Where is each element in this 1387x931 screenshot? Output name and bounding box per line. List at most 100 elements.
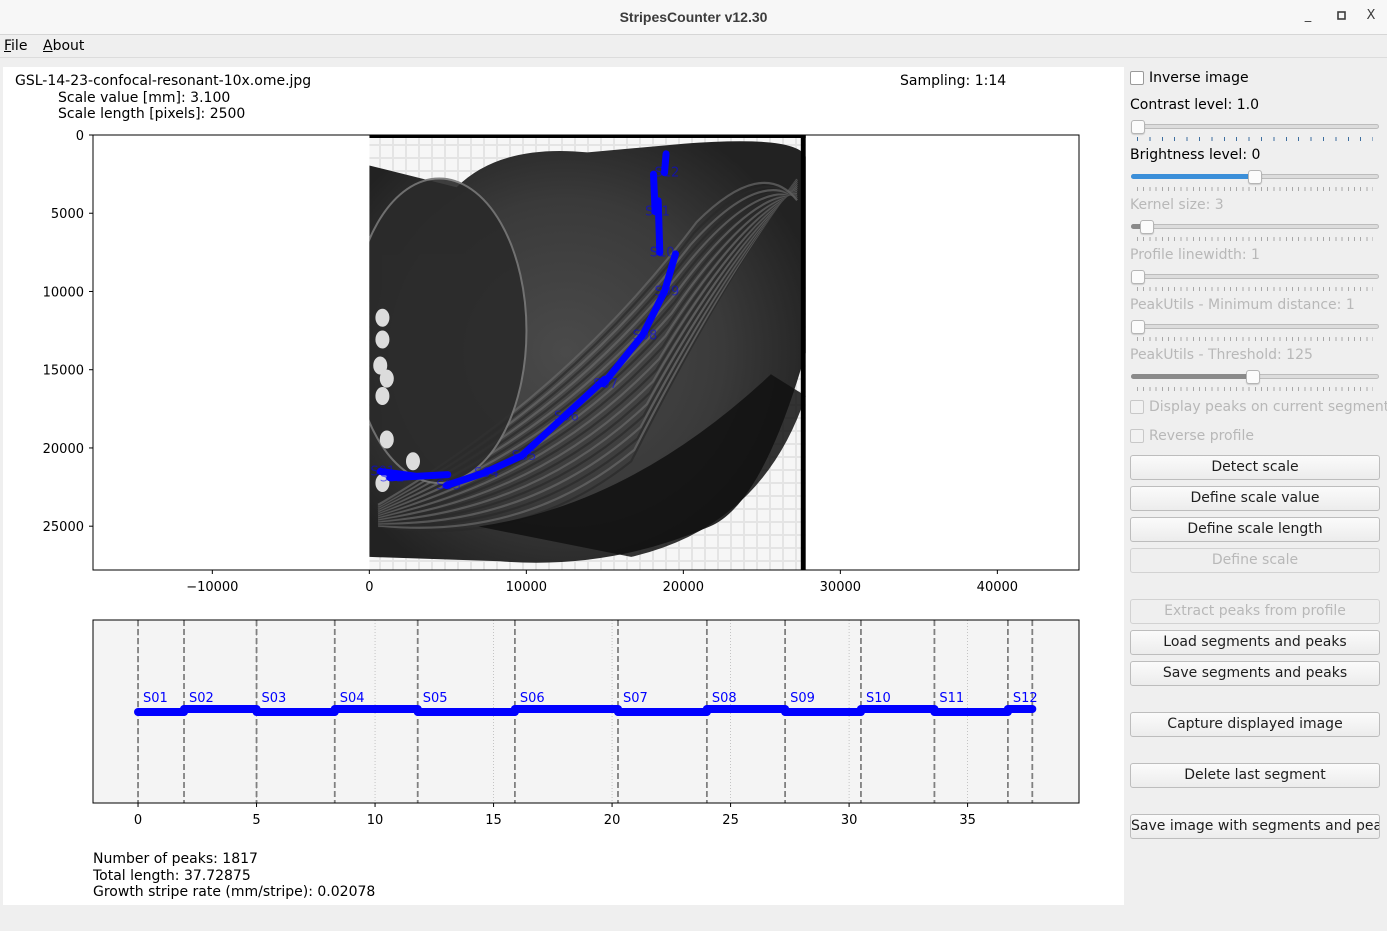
x-tick-label: 10000 [506,580,547,595]
inverse-image-checkbox[interactable] [1130,71,1144,85]
define-scale-value-button[interactable]: Define scale value [1130,486,1380,511]
brightness-label: Brightness level: 0 [1130,147,1261,163]
menu-file[interactable]: File [4,38,27,54]
profile-label-s01: S01 [143,691,168,706]
x-tick-label: 15 [485,813,502,828]
x-tick-label: 40000 [977,580,1018,595]
x-tick-label: 5 [252,813,260,828]
contrast-slider[interactable] [1131,120,1379,144]
maximize-button[interactable] [1334,8,1350,26]
segment-label-s06: S06 [554,410,579,425]
otolith-inclusion [379,430,394,449]
kernel-size-label: Kernel size: 3 [1130,197,1224,213]
profile-linewidth-label: Profile linewidth: 1 [1130,247,1260,263]
otolith-inclusion [375,387,390,405]
segment-label-s04: S04 [474,466,499,481]
profile-label-s03: S03 [262,691,287,706]
control-sidebar: Inverse image Contrast level: 1.0 Bright… [1125,60,1387,931]
min-distance-label: PeakUtils - Minimum distance: 1 [1130,297,1355,313]
total-length: Total length: 37.72875 [93,868,251,884]
x-tick-label: 30 [841,813,858,828]
menu-file-label: ile [11,38,28,54]
maximize-icon [1337,11,1346,20]
minimize-button[interactable]: _ [1300,8,1316,26]
y-tick-label: 10000 [43,285,84,300]
x-tick-label: 10 [367,813,384,828]
segment-label-s11: S11 [645,205,670,220]
load-segments-button[interactable]: Load segments and peaks [1130,630,1380,655]
save-image-button[interactable]: Save image with segments and peaks [1130,814,1380,839]
y-tick-label: 20000 [43,442,84,457]
image-axes[interactable]: S01S02S03S04S05S06S07S08S09S10S11S12 −10… [43,129,1080,595]
profile-label-s06: S06 [520,691,545,706]
x-tick-label: 0 [134,813,142,828]
x-tick-label: 20000 [663,580,704,595]
profile-line [134,705,1037,716]
capture-image-button[interactable]: Capture displayed image [1130,712,1380,737]
y-tick-label: 25000 [43,520,84,535]
x-tick-label: 30000 [820,580,861,595]
otolith-inclusion [405,452,420,471]
profile-label-s09: S09 [790,691,815,706]
otolith-inclusion [379,369,394,388]
y-tick-label: 15000 [43,364,84,379]
otolith-image [369,135,806,570]
otolith-inclusion [375,308,390,327]
otolith-core-lobe [369,177,528,484]
min-distance-slider[interactable] [1131,320,1379,344]
menu-about[interactable]: About [43,38,84,54]
threshold-label: PeakUtils - Threshold: 125 [1130,347,1313,363]
menu-about-mnemonic: A [43,38,53,54]
x-tick-label: 35 [959,813,976,828]
x-tick-label: 0 [365,580,373,595]
profile-label-s11: S11 [939,691,964,706]
profile-label-s07: S07 [623,691,648,706]
define-scale-length-button[interactable]: Define scale length [1130,517,1380,542]
delete-last-segment-button[interactable]: Delete last segment [1130,763,1380,788]
window-title: StripesCounter v12.30 [619,9,768,25]
save-segments-button[interactable]: Save segments and peaks [1130,661,1380,686]
otolith-inclusion [375,330,390,349]
menu-bar: File About [0,36,1387,58]
display-peaks-checkbox[interactable] [1130,400,1144,414]
profile-label-s04: S04 [340,691,365,706]
menu-file-mnemonic: F [4,38,12,54]
reverse-profile-checkbox[interactable] [1130,429,1144,443]
threshold-slider[interactable] [1131,370,1379,394]
define-scale-button[interactable]: Define scale [1130,548,1380,573]
y-tick-label: 0 [76,129,84,144]
x-tick-label: 25 [722,813,739,828]
kernel-size-slider[interactable] [1131,220,1379,244]
profile-label-s10: S10 [866,691,891,706]
segment-label-s03: S03 [436,479,461,494]
segment-label-s12: S12 [655,166,680,181]
extract-peaks-button[interactable]: Extract peaks from profile [1130,599,1380,624]
profile-label-s08: S08 [712,691,737,706]
detect-scale-button[interactable]: Detect scale [1130,455,1380,480]
segment-label-s05: S05 [512,449,537,464]
growth-rate: Growth stripe rate (mm/stripe): 0.02078 [93,884,376,900]
x-tick-label: −10000 [186,580,238,595]
peaks-count: Number of peaks: 1817 [93,851,258,867]
profile-linewidth-slider[interactable] [1131,270,1379,294]
x-tick-label: 20 [604,813,621,828]
display-peaks-label: Display peaks on current segment [1149,399,1387,415]
segment-label-s08: S08 [633,328,658,343]
profile-label-s12: S12 [1013,691,1038,706]
segment-label-s10: S10 [650,245,675,260]
plot-canvas[interactable]: GSL-14-23-confocal-resonant-10x.ome.jpg … [3,67,1124,905]
contrast-label: Contrast level: 1.0 [1130,97,1259,113]
profile-label-s02: S02 [189,691,214,706]
brightness-slider[interactable] [1131,170,1379,194]
inverse-image-label: Inverse image [1149,70,1249,86]
plots-svg: S01 S02 S03 S04 S05 S06 S07 S08 S09 S10 S11 S12 −10… [43,129,1080,828]
reverse-profile-label: Reverse profile [1149,428,1254,444]
profile-axes[interactable]: S01 S02 S03 S04 S05 S06 S07 S08 S09 S10 S11 S12 0 5 1… [92,619,1080,828]
segment-label-s02: S02 [380,471,405,486]
y-tick-label: 5000 [51,207,84,222]
segment-label-s07: S07 [593,377,618,392]
profile-label-s05: S05 [423,691,448,706]
title-bar: StripesCounter v12.30 _ X [0,0,1387,35]
close-button[interactable]: X [1363,8,1379,26]
profile-axes-ticks: 0 5 10 15 20 25 30 35 [134,803,976,828]
